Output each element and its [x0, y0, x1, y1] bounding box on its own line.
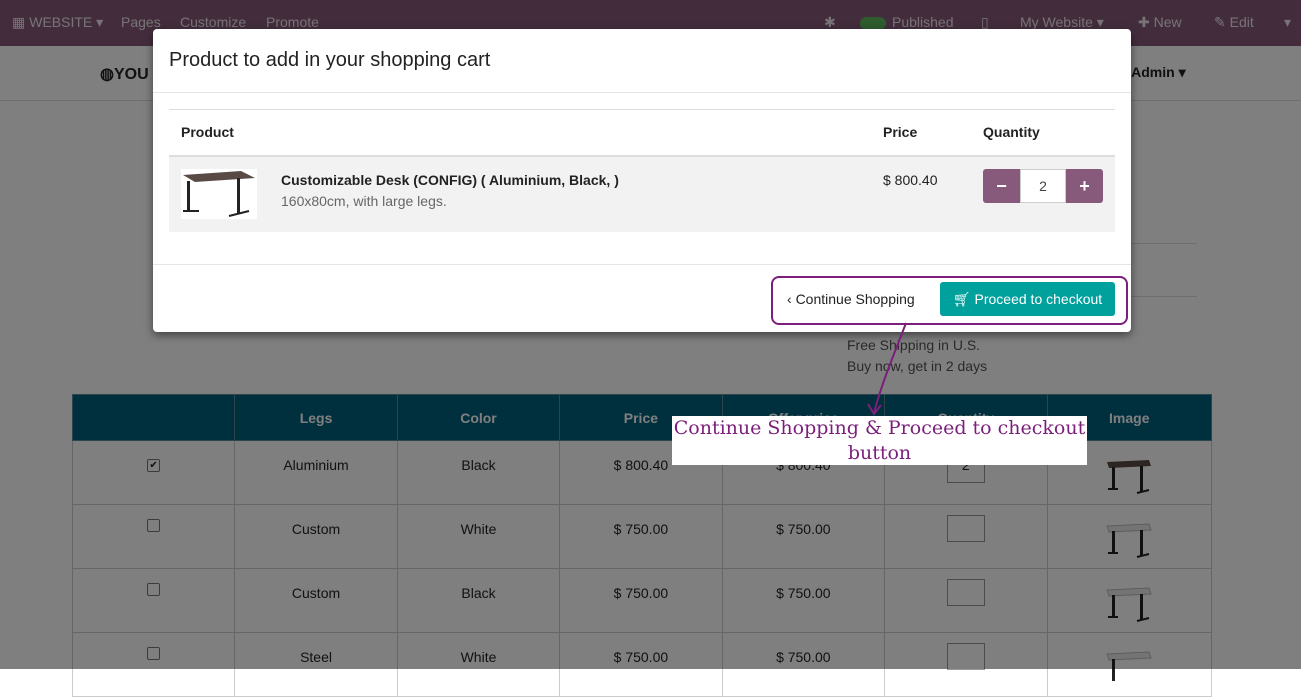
annotation-callout: Continue Shopping & Proceed to checkout … [672, 416, 1087, 465]
annotation-arrow [867, 322, 907, 416]
